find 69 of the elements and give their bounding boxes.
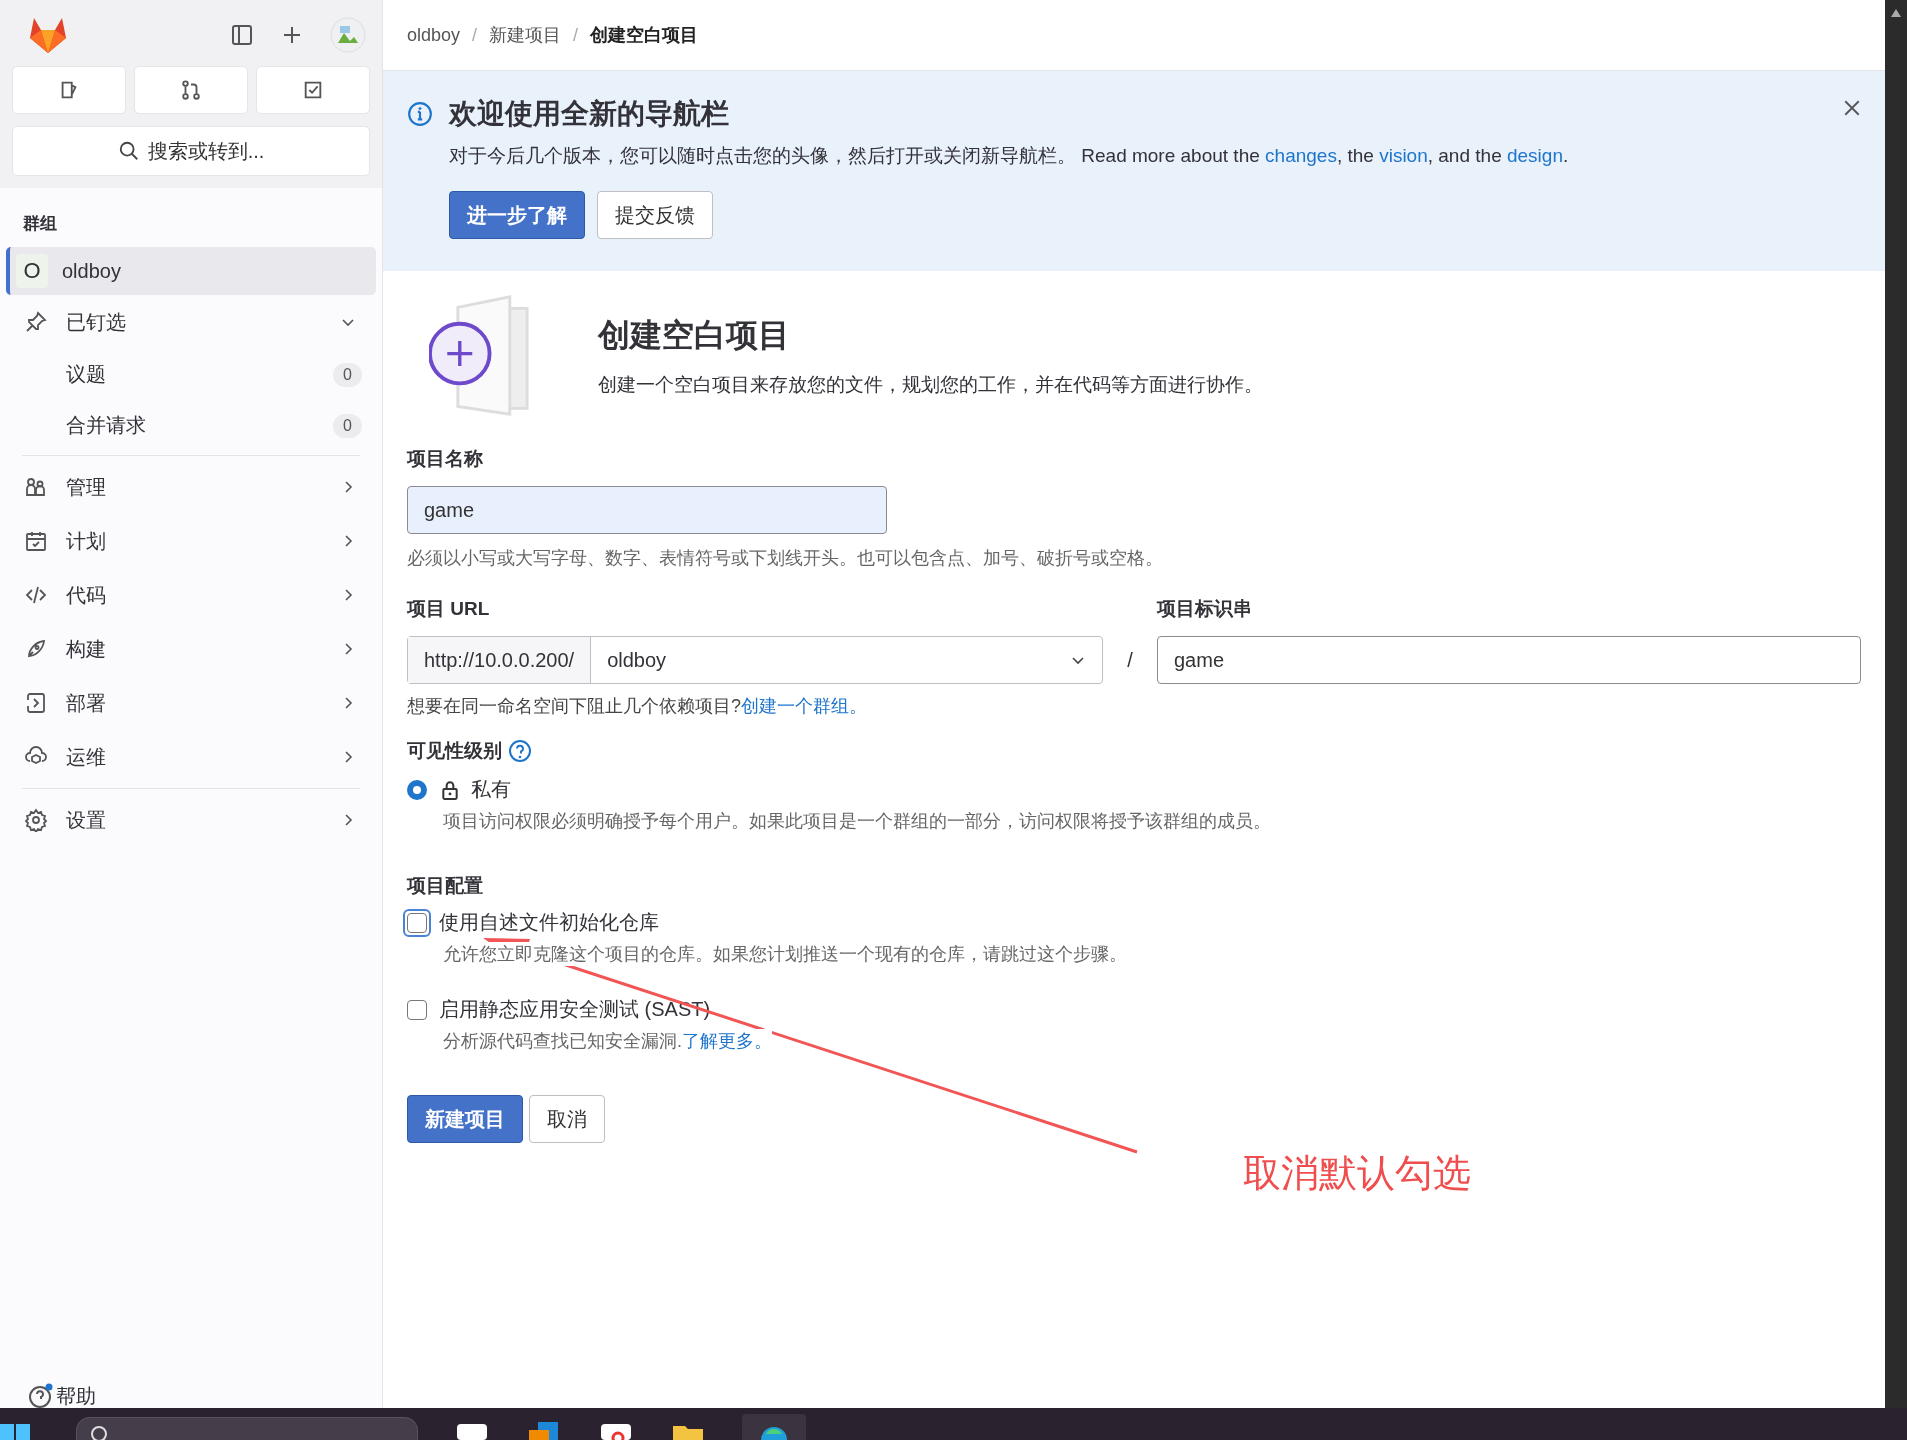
hint-text: 想要在同一命名空间下阻止几个依赖项目?创建一个群组。 <box>407 695 867 718</box>
checkmark-box-icon <box>302 79 324 101</box>
gear-icon <box>24 808 48 832</box>
help-link[interactable]: 帮助 <box>6 1384 376 1408</box>
feedback-button[interactable]: 提交反馈 <box>597 191 713 239</box>
pinned-section-toggle[interactable]: 已钉选 <box>6 295 376 349</box>
field-label: 项目名称 <box>407 447 483 471</box>
banner-link[interactable]: design <box>1507 145 1563 166</box>
users-icon <box>24 475 48 499</box>
active-app-highlight[interactable] <box>742 1414 806 1440</box>
menu-item[interactable]: 构建 <box>6 622 376 676</box>
project-slug-field[interactable]: game <box>1157 636 1861 684</box>
menu-item[interactable]: 代码 <box>6 568 376 622</box>
option-label: 使用自述文件初始化仓库 <box>439 910 659 935</box>
scrollbar[interactable] <box>1885 0 1907 1408</box>
banner-link[interactable]: vision <box>1379 145 1428 166</box>
breadcrumb-separator: / <box>573 24 579 46</box>
page-title: 创建空白项目 <box>598 315 791 355</box>
menu-item[interactable]: 管理 <box>6 460 376 514</box>
breadcrumb-link[interactable]: oldboy <box>407 24 461 46</box>
learn-more-link[interactable]: 了解更多。 <box>682 1031 772 1051</box>
menu-item[interactable]: 部署 <box>6 676 376 730</box>
banner-link[interactable]: changes <box>1265 145 1337 166</box>
sidebar-toggle-icon[interactable] <box>230 23 254 47</box>
field-label: 项目标识串 <box>1157 597 1253 621</box>
group-item[interactable]: O oldboy <box>6 247 376 295</box>
menu-item[interactable]: 计划 <box>6 514 376 568</box>
help-icon <box>28 1383 54 1409</box>
field-label: 项目 URL <box>407 597 491 621</box>
cancel-button[interactable]: 取消 <box>529 1095 605 1143</box>
option-description: 分析源代码查找已知安全漏洞.了解更多。 <box>443 1029 772 1053</box>
lock-icon <box>441 779 459 800</box>
info-icon <box>407 101 433 127</box>
search-icon <box>117 140 140 162</box>
path-separator: / <box>1126 648 1134 673</box>
banner-text: 对于今后几个版本，您可以随时点击您的头像，然后打开或关闭新导航栏。 Read more about the changes, the vision, and the design. <box>449 144 1570 168</box>
breadcrumb-link[interactable]: 创建空白项目 <box>590 23 699 47</box>
learn-more-button[interactable]: 进一步了解 <box>449 191 585 239</box>
pin-icon <box>24 310 48 334</box>
pinned-item[interactable]: 合并请求 0 <box>6 400 376 451</box>
merge-request-icon <box>180 79 202 101</box>
help-text: 必须以小写或大写字母、数字、表情符号或下划线开头。也可以包含点、加号、破折号或空格。 <box>407 547 1163 570</box>
menu-item[interactable]: 设置 <box>6 793 376 847</box>
radio-button[interactable] <box>407 779 427 800</box>
url-prefix: http://10.0.0.200/ <box>408 637 592 683</box>
deploy-icon <box>24 691 48 715</box>
annotation-text: 取消默认勾选 <box>1243 1151 1471 1196</box>
checkbox[interactable] <box>407 999 427 1020</box>
banner-title: 欢迎使用全新的导航栏 <box>449 97 730 131</box>
scroll-up-icon[interactable] <box>1890 8 1902 18</box>
field-label: 可见性级别 <box>407 739 502 763</box>
pinned-item[interactable]: 议题 0 <box>6 349 376 400</box>
breadcrumb-separator: / <box>472 24 478 46</box>
namespace-dropdown[interactable]: oldboy <box>591 637 1102 683</box>
create-group-link[interactable]: 创建一个群组。 <box>741 696 867 716</box>
fox-logo-icon[interactable] <box>28 16 68 54</box>
breadcrumb-link[interactable]: 新建项目 <box>489 23 562 47</box>
close-icon[interactable] <box>1843 99 1861 117</box>
section-title: 群组 <box>22 213 58 235</box>
field-label: 项目配置 <box>407 874 483 898</box>
page-description: 创建一个空白项目来存放您的文件，规划您的工作，并在代码等方面进行协作。 <box>598 372 1263 397</box>
menu-item[interactable]: 运维 <box>6 730 376 784</box>
create-project-button[interactable]: 新建项目 <box>407 1095 523 1143</box>
option-label: 私有 <box>471 777 511 802</box>
project-name-field[interactable]: game <box>407 486 887 534</box>
taskbar-search-field[interactable] <box>76 1417 418 1440</box>
help-icon[interactable] <box>508 739 532 763</box>
search-field[interactable]: 搜索或转到... <box>12 126 370 176</box>
calendar-icon <box>24 529 48 553</box>
